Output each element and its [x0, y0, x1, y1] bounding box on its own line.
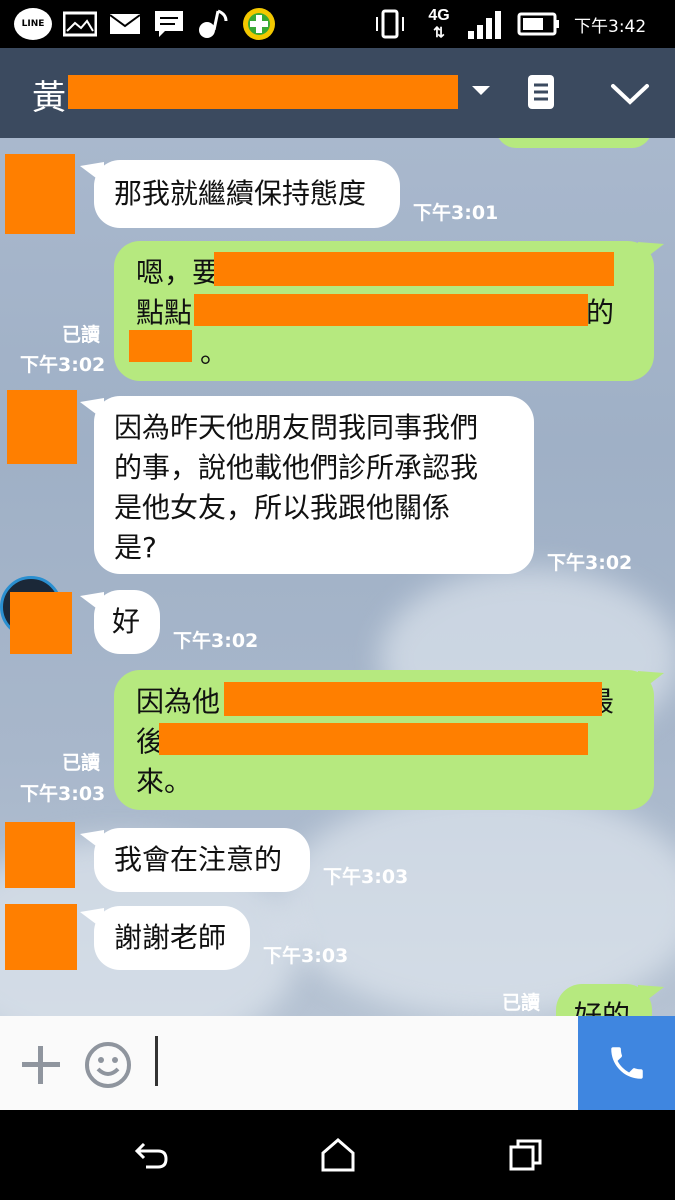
redaction — [159, 723, 588, 755]
bubble-tail — [80, 592, 104, 614]
bubble-tail — [638, 242, 664, 264]
message-bubble-incoming: 因為昨天他朋友問我同事我們 的事，說他載他們診所承認我 是他女友，所以我跟他關係… — [94, 396, 534, 574]
message-text: 謝謝老師 — [114, 921, 227, 954]
battery-icon — [517, 9, 561, 39]
message-text: 好的 — [574, 999, 631, 1016]
read-receipt: 已讀 — [62, 752, 101, 774]
line-app-icon: LINE — [14, 8, 52, 40]
message-text: 。 — [200, 336, 229, 369]
message-bubble-partial — [496, 138, 652, 148]
notes-icon[interactable] — [525, 72, 557, 116]
collapse-icon[interactable] — [609, 80, 651, 112]
avatar — [10, 592, 72, 654]
call-button[interactable] — [578, 1016, 675, 1110]
message-text: 我會在注意的 — [114, 843, 283, 876]
emoji-icon[interactable] — [84, 1041, 132, 1093]
bubble-tail — [638, 671, 664, 693]
status-bar: LINE 4G ⇅ 下午3:42 — [0, 0, 675, 48]
chat-area[interactable]: 那我就繼續保持態度 下午3:01 已讀 下午3:02 嗯，要 點點 的 。 因為… — [0, 138, 675, 1016]
chat-header: 黃 — [0, 48, 675, 138]
bubble-tail — [80, 162, 104, 184]
message-text: 好 — [112, 605, 141, 638]
navigation-bar — [0, 1110, 675, 1200]
phone-icon — [606, 1042, 648, 1088]
network-type: 4G ⇅ — [428, 7, 450, 41]
message-text: 來。 — [136, 765, 193, 798]
message-text: 的 — [586, 296, 615, 329]
bubble-tail — [80, 908, 104, 930]
message-text: 是他女友，所以我跟他關係 — [114, 491, 451, 524]
avatar[interactable] — [5, 822, 75, 888]
mail-icon — [108, 9, 142, 39]
app-plus-icon — [240, 8, 278, 40]
message-text: 點點 — [136, 296, 193, 329]
recents-icon[interactable] — [508, 1138, 544, 1176]
message-time: 下午3:02 — [20, 354, 106, 376]
message-time: 下午3:01 — [413, 202, 499, 224]
message-text: 因為他 — [136, 685, 221, 718]
read-receipt: 已讀 — [62, 324, 101, 346]
input-bar — [0, 1016, 675, 1110]
message-bubble-incoming: 那我就繼續保持態度 — [94, 160, 400, 228]
message-time: 下午3:02 — [547, 552, 633, 574]
bubble-tail — [638, 985, 664, 1007]
text-input-cursor[interactable] — [155, 1036, 158, 1086]
redaction — [129, 330, 192, 362]
message-time: 下午3:03 — [20, 783, 106, 805]
redacted-name — [68, 75, 458, 109]
message-bubble-incoming: 謝謝老師 — [94, 906, 250, 970]
message-time: 下午3:03 — [263, 945, 349, 967]
bubble-tail — [80, 830, 104, 852]
plus-icon[interactable] — [20, 1044, 62, 1090]
message-icon — [152, 9, 186, 39]
message-bubble-incoming: 我會在注意的 — [94, 828, 310, 892]
avatar[interactable] — [5, 904, 77, 970]
redaction — [194, 294, 588, 326]
clock: 下午3:42 — [574, 9, 666, 39]
music-icon — [195, 9, 231, 39]
message-text: 那我就繼續保持態度 — [114, 177, 367, 210]
redaction — [224, 682, 602, 716]
message-text: 的事，說他載他們診所承認我 — [114, 451, 479, 484]
message-time: 下午3:03 — [323, 866, 409, 888]
avatar[interactable] — [7, 390, 77, 464]
message-time: 下午3:02 — [173, 630, 259, 652]
bubble-tail — [80, 398, 104, 420]
read-receipt: 已讀 — [502, 992, 541, 1014]
chat-title[interactable]: 黃 — [32, 70, 66, 119]
redaction — [214, 252, 614, 286]
message-text: 是? — [114, 531, 157, 564]
signal-icon — [465, 9, 507, 39]
chevron-down-icon[interactable] — [470, 82, 492, 102]
avatar[interactable] — [5, 154, 75, 234]
home-icon[interactable] — [320, 1137, 356, 1177]
message-text: 因為昨天他朋友問我同事我們 — [114, 411, 479, 444]
message-text: 嗯，要 — [136, 256, 221, 289]
vibrate-icon — [372, 9, 408, 39]
clock-text: 下午3:42 — [574, 16, 647, 37]
image-icon — [62, 9, 98, 39]
back-icon[interactable] — [134, 1138, 170, 1176]
